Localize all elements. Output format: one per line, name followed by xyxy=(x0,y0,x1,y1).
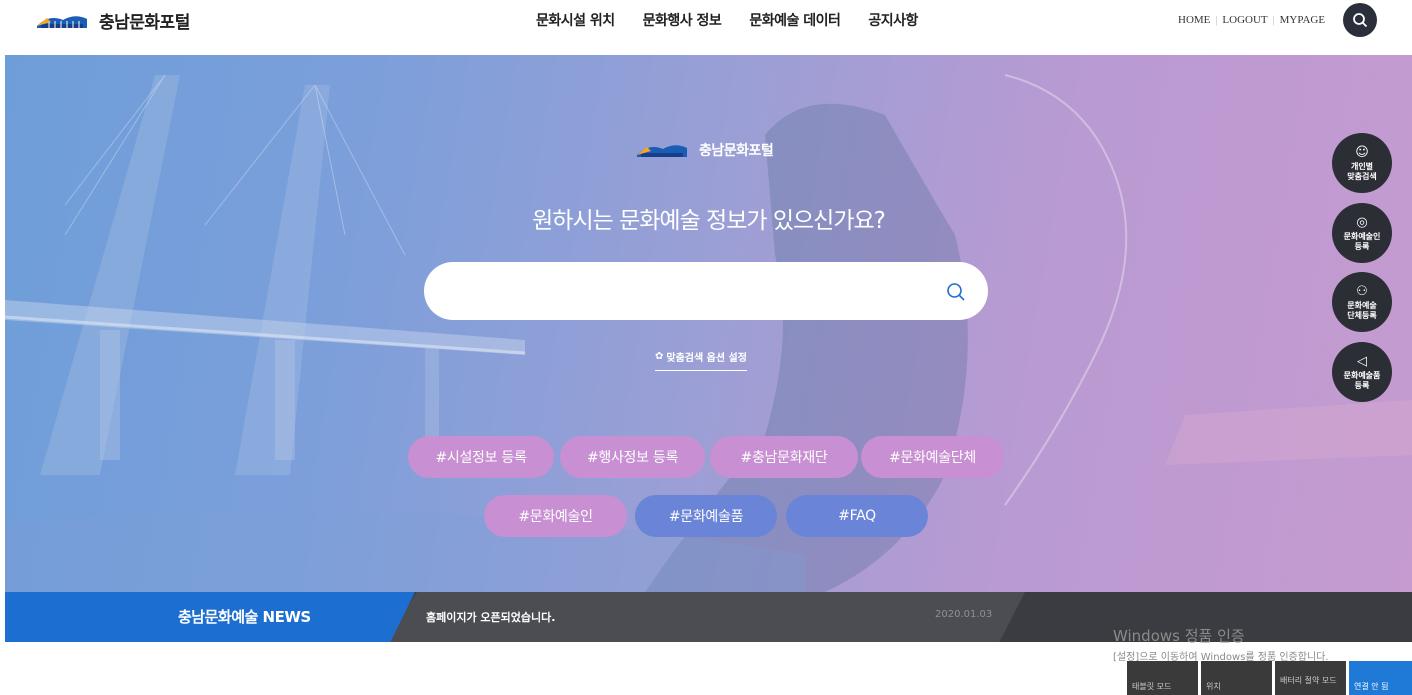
news-date: 2020.01.03 xyxy=(935,609,993,620)
tag-art-group[interactable]: #문화예술단체 xyxy=(861,436,1004,478)
windows-activation-watermark: Windows 정품 인증 [설정]으로 이동하여 Windows를 정품 인증… xyxy=(1113,625,1329,663)
smile-heart-icon: ☺ xyxy=(1355,144,1369,160)
gear-icon: ✿ xyxy=(655,351,664,362)
quick-label: 문화예술 xyxy=(1347,301,1377,311)
site-logo[interactable]: 충남문화포털 xyxy=(35,8,190,33)
quick-label: 맞춤검색 xyxy=(1347,171,1377,181)
quick-label: 단체등록 xyxy=(1347,310,1377,320)
tag-artwork[interactable]: #문화예술품 xyxy=(635,495,777,537)
nav-item-notice[interactable]: 공지사항 xyxy=(868,10,918,30)
hero-headline: 원하시는 문화예술 정보가 있으신가요? xyxy=(532,208,886,234)
logo-mark-icon xyxy=(37,15,87,28)
quick-artwork-register[interactable]: ◁ 문화예술품 등록 xyxy=(1332,342,1392,402)
news-label: 충남문화예술 NEWS xyxy=(178,608,311,626)
action-center-tiles: 태블릿 모드 위치 배터리 절약 모드 연결 안 됨 xyxy=(1127,661,1412,695)
main-search-input[interactable] xyxy=(454,276,934,306)
palette-icon: ◎ xyxy=(1356,214,1368,230)
tile-location[interactable]: 위치 xyxy=(1201,661,1272,695)
custom-search-option-link[interactable]: ✿ 맞춤검색 옵션 설정 xyxy=(655,349,747,371)
logo-mark-icon xyxy=(637,145,687,157)
tile-tablet-mode[interactable]: 태블릿 모드 xyxy=(1127,661,1198,695)
quick-group-register[interactable]: ⚇ 문화예술 단체등록 xyxy=(1332,272,1392,332)
activation-title: Windows 정품 인증 xyxy=(1113,627,1245,645)
quick-label: 개인별 xyxy=(1350,162,1374,172)
news-label-block: 충남문화예술 NEWS xyxy=(5,592,415,642)
logout-link[interactable]: LOGOUT xyxy=(1222,14,1267,26)
search-icon[interactable] xyxy=(946,282,966,302)
people-icon: ⚇ xyxy=(1356,283,1368,299)
hero-section: 충남문화포털 원하시는 문화예술 정보가 있으신가요? ✿ 맞춤검색 옵션 설정… xyxy=(5,55,1412,592)
home-link[interactable]: HOME xyxy=(1178,14,1210,26)
main-search-box xyxy=(424,262,988,320)
tag-facility-register[interactable]: #시설정보 등록 xyxy=(408,436,554,478)
tile-battery-saver[interactable]: 배터리 절약 모드 xyxy=(1275,661,1346,695)
divider: | xyxy=(1272,14,1275,26)
quick-label: 등록 xyxy=(1354,241,1370,251)
tag-faq[interactable]: #FAQ xyxy=(786,495,928,537)
header-search-button[interactable] xyxy=(1343,3,1377,37)
main-nav: 문화시설 위치 문화행사 정보 문화예술 데이터 공지사항 xyxy=(536,10,918,30)
quick-custom-search[interactable]: ☺ 개인별 맞춤검색 xyxy=(1332,133,1392,193)
hero-logo-text: 충남문화포털 xyxy=(699,143,774,159)
nav-item-facility-location[interactable]: 문화시설 위치 xyxy=(536,10,615,30)
mypage-link[interactable]: MYPAGE xyxy=(1280,14,1325,26)
tag-artist[interactable]: #문화예술인 xyxy=(484,495,627,537)
nav-item-event-info[interactable]: 문화행사 정보 xyxy=(643,10,722,30)
utility-links: HOME | LOGOUT | MYPAGE xyxy=(1178,14,1325,26)
search-icon xyxy=(1353,13,1368,28)
news-headline-link[interactable]: 홈페이지가 오픈되었습니다. xyxy=(426,609,555,625)
hero-logo: 충남문화포털 xyxy=(635,139,774,161)
megaphone-icon: ◁ xyxy=(1357,353,1367,369)
option-label: 맞춤검색 옵션 설정 xyxy=(666,353,747,364)
logo-text: 충남문화포털 xyxy=(99,13,190,33)
site-header: 충남문화포털 문화시설 위치 문화행사 정보 문화예술 데이터 공지사항 HOM… xyxy=(0,0,1412,55)
nav-item-culture-data[interactable]: 문화예술 데이터 xyxy=(749,10,841,30)
tag-culture-foundation[interactable]: #충남문화재단 xyxy=(710,436,858,478)
quick-label: 문화예술품 xyxy=(1343,371,1381,381)
quick-label: 등록 xyxy=(1354,380,1370,390)
quick-artist-register[interactable]: ◎ 문화예술인 등록 xyxy=(1332,203,1392,263)
divider: | xyxy=(1215,14,1218,26)
quick-label: 문화예술인 xyxy=(1343,232,1381,242)
tile-network[interactable]: 연결 안 됨 xyxy=(1349,661,1412,695)
tag-event-register[interactable]: #행사정보 등록 xyxy=(560,436,705,478)
